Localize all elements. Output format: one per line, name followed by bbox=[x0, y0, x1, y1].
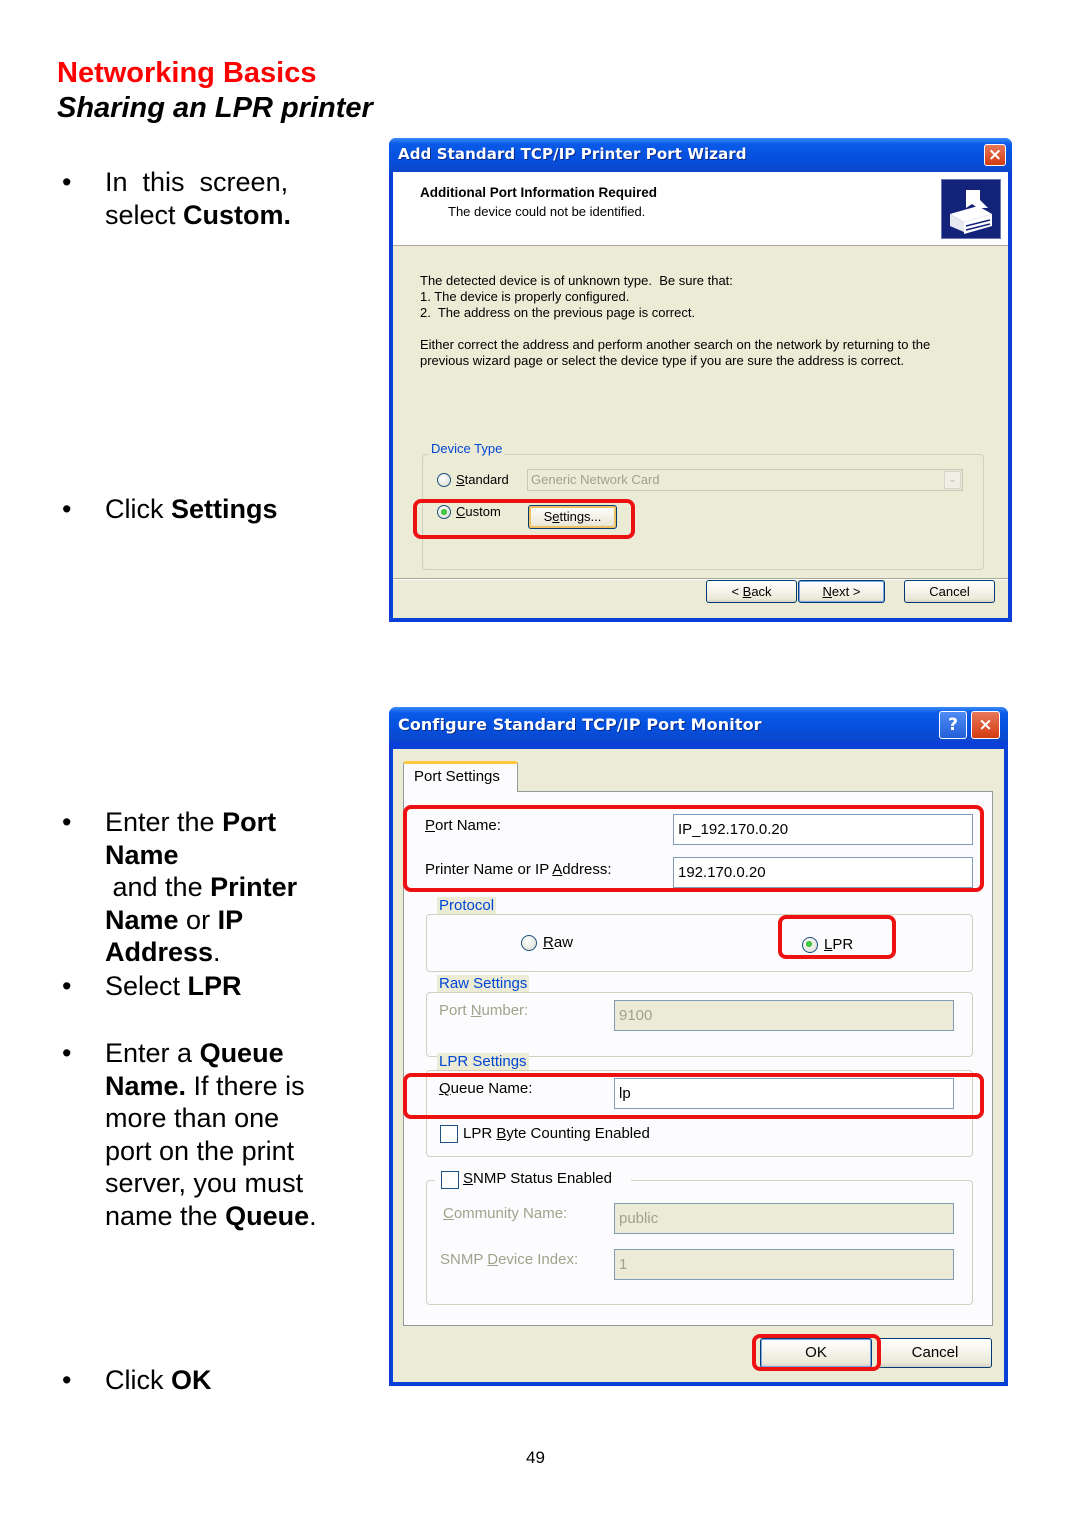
device-index-input[interactable]: 1 bbox=[614, 1249, 954, 1280]
device-type-dropdown[interactable]: Generic Network Card ⌄ bbox=[527, 469, 963, 491]
standard-label[interactable]: Standard bbox=[456, 472, 509, 487]
protocol-label: Protocol bbox=[437, 897, 497, 914]
wizard-titlebar: Add Standard TCP/IP Printer Port Wizard … bbox=[389, 138, 1012, 172]
device-type-label: Device Type bbox=[429, 441, 505, 456]
bullet-icon: • bbox=[62, 971, 72, 1001]
wizard-body-paragraph: Either correct the address and perform a… bbox=[420, 337, 931, 368]
port-number-label: Port Number: bbox=[439, 1002, 529, 1019]
section-subtitle: Sharing an LPR printer bbox=[57, 92, 373, 124]
raw-settings-label: Raw Settings bbox=[437, 975, 530, 992]
instruction-text: Click OK bbox=[105, 1365, 212, 1395]
monitor-cancel-button[interactable]: Cancel bbox=[878, 1338, 992, 1368]
instruction-text: Enter the Port Name and the Printer Name… bbox=[105, 807, 298, 967]
wizard-window: Add Standard TCP/IP Printer Port Wizard … bbox=[389, 138, 1012, 622]
tab-port-settings[interactable]: Port Settings bbox=[403, 761, 518, 792]
wizard-body-lines: The detected device is of unknown type. … bbox=[420, 273, 733, 320]
bullet-icon: • bbox=[62, 494, 72, 524]
port-monitor-title: Configure Standard TCP/IP Port Monitor bbox=[398, 715, 762, 734]
wizard-title: Add Standard TCP/IP Printer Port Wizard bbox=[398, 145, 747, 163]
highlight-lpr bbox=[778, 915, 896, 959]
back-button[interactable]: < Back bbox=[706, 580, 797, 603]
wizard-header-band: Additional Port Information Required The… bbox=[393, 172, 1008, 246]
wizard-header-subtitle: The device could not be identified. bbox=[448, 204, 646, 219]
instruction-text: Enter a Queue Name. If there is more tha… bbox=[105, 1038, 317, 1231]
next-button[interactable]: Next > bbox=[798, 580, 885, 603]
instruction-text: Click Settings bbox=[105, 494, 278, 524]
raw-radio[interactable] bbox=[521, 935, 537, 951]
lpr-settings-label: LPR Settings bbox=[437, 1053, 529, 1070]
bullet-icon: • bbox=[62, 1365, 72, 1395]
snmp-checkbox[interactable] bbox=[441, 1171, 459, 1189]
wizard-cancel-button[interactable]: Cancel bbox=[904, 580, 995, 603]
highlight-custom-settings bbox=[413, 499, 635, 539]
highlight-queue-name bbox=[403, 1073, 984, 1119]
bullet-icon: • bbox=[62, 807, 72, 837]
device-type-dropdown-value: Generic Network Card bbox=[531, 472, 660, 487]
printer-port-icon bbox=[941, 179, 1001, 239]
byte-counting-checkbox[interactable] bbox=[440, 1125, 458, 1143]
raw-label[interactable]: Raw bbox=[543, 934, 573, 951]
section-title: Networking Basics bbox=[57, 57, 317, 89]
page-number: 49 bbox=[526, 1448, 545, 1467]
close-icon[interactable]: × bbox=[971, 711, 1000, 739]
community-name-input[interactable]: public bbox=[614, 1203, 954, 1234]
highlight-port-name-printer-address bbox=[403, 805, 984, 892]
community-name-label: Community Name: bbox=[443, 1205, 568, 1222]
chevron-down-icon[interactable]: ⌄ bbox=[944, 471, 961, 489]
standard-radio[interactable] bbox=[437, 473, 451, 487]
bullet-icon: • bbox=[62, 167, 72, 197]
snmp-group bbox=[426, 1180, 973, 1305]
bullet-icon: • bbox=[62, 1038, 72, 1068]
device-index-label: SNMP Device Index: bbox=[440, 1251, 579, 1268]
port-number-input[interactable]: 9100 bbox=[614, 1000, 954, 1031]
instruction-text: In this screen, select select Custom. bbox=[105, 167, 292, 230]
snmp-label[interactable]: SNMP Status Enabled bbox=[463, 1170, 612, 1187]
instruction-text: Select LPR bbox=[105, 971, 242, 1001]
help-icon[interactable]: ? bbox=[939, 711, 967, 739]
wizard-header-title: Additional Port Information Required bbox=[420, 185, 657, 200]
wizard-client: Additional Port Information Required The… bbox=[393, 172, 1008, 618]
byte-counting-label[interactable]: LPR Byte Counting Enabled bbox=[463, 1125, 650, 1142]
highlight-ok bbox=[752, 1334, 881, 1371]
close-icon[interactable]: × bbox=[984, 144, 1006, 166]
port-monitor-titlebar: Configure Standard TCP/IP Port Monitor ?… bbox=[389, 707, 1008, 741]
